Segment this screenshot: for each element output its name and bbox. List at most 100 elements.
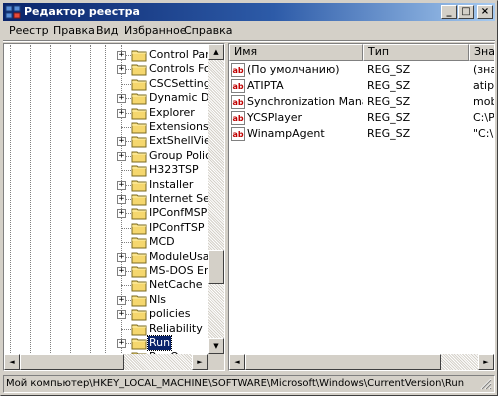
expand-toggle-icon[interactable]: + xyxy=(117,267,126,276)
menu-bar: Реестр Правка Вид Избранное Справка xyxy=(3,22,495,40)
tree-item-label[interactable]: ExtShellViews xyxy=(148,134,209,148)
resize-grip-icon[interactable] xyxy=(480,378,492,390)
svg-text:ab: ab xyxy=(233,98,244,107)
list-horizontal-scrollbar[interactable]: ◄ ► xyxy=(229,354,494,370)
registry-editor-window: Редактор реестра _ □ × Реестр Правка Вид… xyxy=(0,0,498,396)
value-row[interactable]: abATIPTA REG_SZ atipt xyxy=(229,78,494,94)
value-row[interactable]: abWinampAgent REG_SZ "C:\P xyxy=(229,126,494,142)
expand-toggle-icon[interactable]: + xyxy=(117,295,126,305)
expand-toggle-icon[interactable]: + xyxy=(117,339,126,348)
tree-item-label[interactable]: Installer xyxy=(148,178,194,192)
tree-vertical-scrollbar[interactable]: ▲ ▼ xyxy=(208,44,224,354)
key-tree: + Control Panel + Controls FoldeCSCSettings… xyxy=(5,45,209,355)
tree-item-label[interactable]: Nls xyxy=(148,293,167,307)
tree-item-label[interactable]: IPConfTSP xyxy=(148,221,205,235)
scroll-right-button[interactable]: ► xyxy=(478,354,494,370)
expand-toggle-icon[interactable]: + xyxy=(117,195,126,204)
expand-toggle-icon[interactable]: + xyxy=(117,108,126,118)
column-header-type[interactable]: Тип xyxy=(363,44,469,61)
title-bar[interactable]: Редактор реестра _ □ × xyxy=(3,3,495,21)
tree-item-label[interactable]: Reliability xyxy=(148,322,204,336)
menu-favorites[interactable]: Избранное xyxy=(124,24,186,37)
tree-item-label[interactable]: Group Policy xyxy=(148,149,209,163)
value-name: (По умолчанию) xyxy=(247,63,340,76)
value-type: REG_SZ xyxy=(367,111,411,124)
maximize-button[interactable]: □ xyxy=(458,5,474,19)
expand-toggle-icon[interactable]: + xyxy=(117,310,126,320)
value-row[interactable]: abYCSPlayer REG_SZ C:\Pr xyxy=(229,110,494,126)
expand-toggle-icon[interactable]: + xyxy=(117,180,126,190)
scroll-left-button[interactable]: ◄ xyxy=(229,354,245,370)
tree-item-label[interactable]: Extensions xyxy=(148,120,209,134)
tree-item-label[interactable]: Dynamic Direct xyxy=(148,91,209,105)
scroll-down-button[interactable]: ▼ xyxy=(208,338,224,354)
folder-icon xyxy=(131,250,147,264)
tree-connector-line xyxy=(121,170,131,172)
svg-text:ab: ab xyxy=(233,66,244,75)
menu-help[interactable]: Справка xyxy=(184,24,232,37)
expand-toggle-icon[interactable]: + xyxy=(117,209,126,219)
svg-text:ab: ab xyxy=(233,130,244,139)
folder-icon xyxy=(131,264,147,278)
folder-icon xyxy=(131,62,147,76)
tree-item-label[interactable]: Internet Settin xyxy=(148,192,209,206)
menu-edit[interactable]: Правка xyxy=(53,24,95,37)
tree-connector-line xyxy=(121,328,131,330)
tree-item-label[interactable]: Control Panel xyxy=(148,48,209,62)
column-header-name[interactable]: Имя xyxy=(229,44,363,61)
horizontal-scroll-thumb[interactable] xyxy=(20,354,124,370)
status-bar: Мой компьютер\HKEY_LOCAL_MACHINE\SOFTWAR… xyxy=(3,375,495,393)
folder-icon xyxy=(131,192,147,206)
expand-toggle-icon[interactable]: + xyxy=(117,151,126,161)
current-key-path: Мой компьютер\HKEY_LOCAL_MACHINE\SOFTWAR… xyxy=(6,378,465,389)
tree-connector-line xyxy=(121,227,131,229)
minimize-button[interactable]: _ xyxy=(441,5,457,19)
svg-text:ab: ab xyxy=(233,82,244,91)
value-type: REG_SZ xyxy=(367,63,411,76)
folder-icon xyxy=(131,134,147,148)
folder-icon xyxy=(131,206,147,220)
scroll-thumb[interactable] xyxy=(208,250,224,284)
tree-item-label[interactable]: CSCSettings xyxy=(148,77,209,91)
value-type: REG_SZ xyxy=(367,95,411,108)
value-type: REG_SZ xyxy=(367,79,411,92)
window-title: Редактор реестра xyxy=(24,5,140,18)
value-data: (знач xyxy=(473,63,494,76)
scroll-left-button[interactable]: ◄ xyxy=(4,354,20,370)
menu-view[interactable]: Вид xyxy=(96,24,118,37)
expand-toggle-icon[interactable]: + xyxy=(117,65,126,75)
scroll-up-button[interactable]: ▲ xyxy=(208,44,224,60)
close-button[interactable]: × xyxy=(477,5,493,19)
menu-registry[interactable]: Реестр xyxy=(9,24,49,37)
tree-item-label[interactable]: IPConfMSP xyxy=(148,206,208,220)
folder-icon xyxy=(131,178,147,192)
tree-item-label[interactable]: policies xyxy=(148,307,191,321)
horizontal-scroll-thumb[interactable] xyxy=(245,354,441,370)
tree-item-label[interactable]: ModuleUsage xyxy=(148,250,209,264)
value-data: "C:\P xyxy=(473,127,494,140)
tree-item-label[interactable]: Run xyxy=(146,335,173,351)
tree-horizontal-scrollbar[interactable]: ◄ ► xyxy=(4,354,224,370)
key-tree-pane[interactable]: + Control Panel + Controls FoldeCSCSettings… xyxy=(3,43,225,371)
string-value-icon: ab xyxy=(231,111,245,125)
tree-item-label[interactable]: MS-DOS Emula xyxy=(148,264,209,278)
column-header-data[interactable]: Знач xyxy=(469,44,494,61)
expand-toggle-icon[interactable]: + xyxy=(117,137,126,147)
tree-item-label[interactable]: NetCache xyxy=(148,278,204,292)
expand-toggle-icon[interactable]: + xyxy=(117,94,126,104)
scrollbar-corner xyxy=(208,354,224,370)
tree-item-label[interactable]: Controls Folde xyxy=(148,62,209,76)
scroll-right-button[interactable]: ► xyxy=(192,354,208,370)
expand-toggle-icon[interactable]: + xyxy=(117,252,126,262)
value-row[interactable]: abSynchronization Manager REG_SZ mobs xyxy=(229,94,494,110)
value-name: Synchronization Manager xyxy=(247,95,363,108)
values-list-pane[interactable]: Имя Тип Знач ab(По умолчанию)REG_SZ(знач… xyxy=(228,43,495,371)
value-row[interactable]: ab(По умолчанию) REG_SZ (знач xyxy=(229,62,494,78)
expand-toggle-icon[interactable]: + xyxy=(117,51,126,60)
tree-connector-line xyxy=(121,83,131,85)
tree-item-label[interactable]: Explorer xyxy=(148,106,196,120)
tree-item-label[interactable]: MCD xyxy=(148,235,176,249)
value-name: WinampAgent xyxy=(247,127,325,140)
value-type: REG_SZ xyxy=(367,127,411,140)
tree-item-label[interactable]: H323TSP xyxy=(148,163,200,177)
